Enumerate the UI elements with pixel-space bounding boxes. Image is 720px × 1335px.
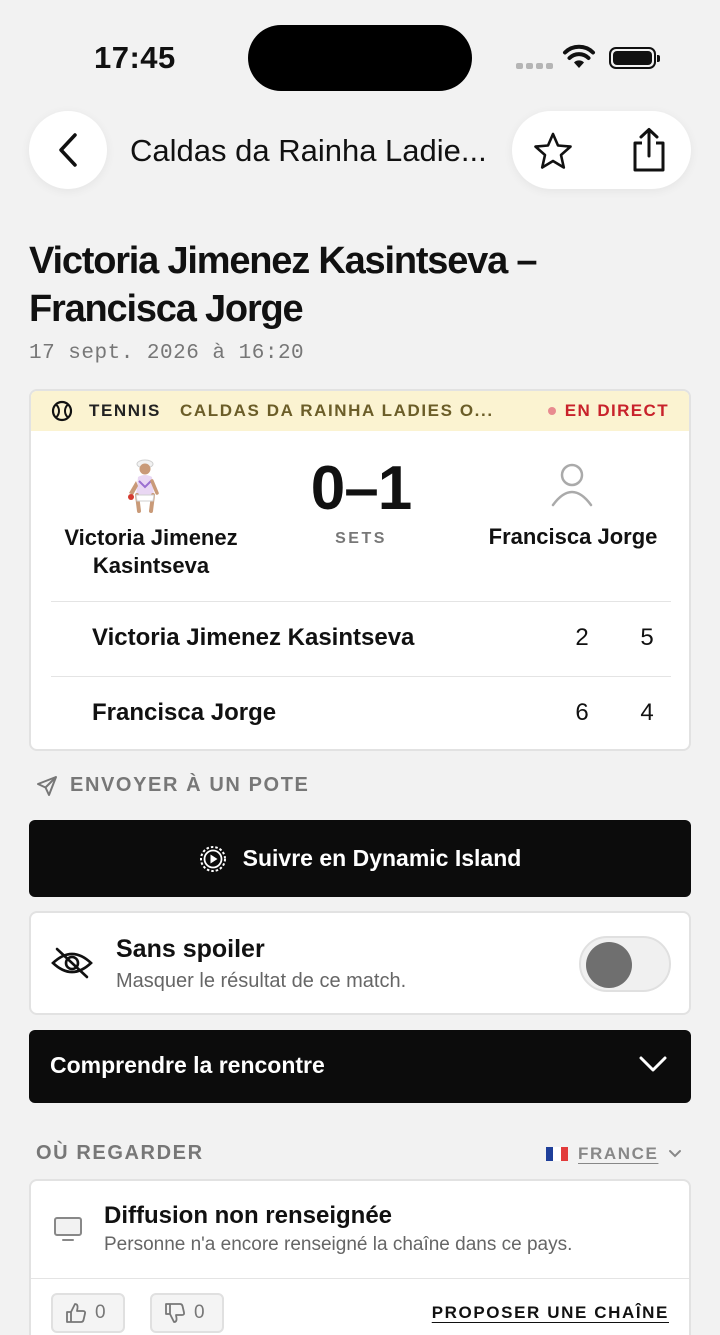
share-icon bbox=[633, 128, 665, 172]
spoiler-subtitle: Masquer le résultat de ce match. bbox=[116, 970, 407, 992]
status-time: 17:45 bbox=[94, 40, 176, 75]
follow-dynamic-island-label: Suivre en Dynamic Island bbox=[242, 845, 522, 871]
player1-avatar bbox=[128, 459, 159, 513]
set-score-2: 5 bbox=[640, 624, 654, 651]
chevron-down-icon bbox=[639, 1056, 667, 1072]
sport-label: TENNIS bbox=[89, 401, 161, 420]
play-circle-icon bbox=[199, 845, 226, 872]
thumbs-up-icon bbox=[66, 1303, 86, 1323]
set-score-1: 6 bbox=[575, 699, 589, 726]
send-to-friend-link[interactable]: ENVOYER À UN POTE bbox=[36, 774, 309, 797]
nav-title: Caldas da Rainha Ladie... bbox=[130, 133, 487, 168]
share-button[interactable] bbox=[625, 125, 673, 175]
tv-icon bbox=[54, 1217, 82, 1241]
understand-match-accordion[interactable]: Comprendre la rencontre bbox=[29, 1030, 691, 1103]
battery-icon bbox=[609, 47, 660, 69]
spoiler-title: Sans spoiler bbox=[116, 935, 265, 963]
downvote-count: 0 bbox=[194, 1302, 205, 1323]
downvote-button[interactable]: 0 bbox=[150, 1293, 224, 1333]
match-date: 17 sept. 2026 à 16:20 bbox=[29, 342, 305, 365]
match-title: Victoria Jimenez Kasintseva – Francisca … bbox=[29, 240, 538, 330]
nav-actions bbox=[512, 111, 691, 189]
paper-plane-icon bbox=[37, 775, 57, 796]
back-button[interactable] bbox=[29, 111, 107, 189]
favorite-button[interactable] bbox=[530, 129, 576, 173]
score-card[interactable]: TENNIS CALDAS DA RAINHA LADIES O... EN D… bbox=[29, 389, 691, 751]
live-dot-icon bbox=[547, 407, 556, 415]
propose-channel-link[interactable]: PROPOSER UNE CHAÎNE bbox=[432, 1303, 669, 1323]
send-to-friend-label: ENVOYER À UN POTE bbox=[70, 774, 310, 796]
follow-dynamic-island-button[interactable]: Suivre en Dynamic Island bbox=[29, 820, 691, 897]
player1-name: Victoria Jimenez Kasintseva bbox=[64, 525, 238, 578]
set-score-2: 4 bbox=[640, 699, 654, 726]
understand-match-label: Comprendre la rencontre bbox=[50, 1052, 325, 1078]
set-score-1: 2 bbox=[575, 624, 589, 651]
set-row-player: Francisca Jorge bbox=[92, 699, 277, 726]
eye-off-icon bbox=[51, 947, 93, 979]
tennis-ball-icon bbox=[51, 400, 73, 422]
broadcast-card: Diffusion non renseignée Personne n'a en… bbox=[29, 1179, 691, 1335]
upvote-count: 0 bbox=[95, 1302, 106, 1323]
cellular-signal-icon bbox=[516, 63, 553, 69]
set-score-row: Francisca Jorge 6 4 bbox=[31, 677, 689, 749]
player2-name: Francisca Jorge bbox=[488, 524, 658, 549]
wifi-icon bbox=[563, 44, 595, 68]
spoiler-toggle[interactable] bbox=[579, 936, 671, 992]
spoiler-card: Sans spoiler Masquer le résultat de ce m… bbox=[29, 911, 691, 1015]
set-score-row: Victoria Jimenez Kasintseva 2 5 bbox=[31, 602, 689, 676]
upvote-button[interactable]: 0 bbox=[51, 1293, 125, 1333]
score-unit-label: SETS bbox=[335, 530, 387, 547]
france-flag-icon bbox=[546, 1147, 568, 1161]
status-bar: 17:45 bbox=[0, 0, 720, 110]
dynamic-island bbox=[248, 25, 472, 91]
broadcast-title: Diffusion non renseignée bbox=[104, 1202, 393, 1229]
chevron-left-icon bbox=[59, 133, 77, 167]
live-label: EN DIRECT bbox=[564, 401, 669, 420]
divider bbox=[31, 1278, 689, 1279]
player2-avatar-icon bbox=[551, 463, 593, 507]
set-row-player: Victoria Jimenez Kasintseva bbox=[92, 624, 415, 651]
score-card-header: TENNIS CALDAS DA RAINHA LADIES O... EN D… bbox=[31, 391, 689, 431]
where-to-watch-heading: OÙ REGARDER bbox=[36, 1142, 204, 1164]
broadcast-subtitle: Personne n'a encore renseigné la chaîne … bbox=[104, 1234, 573, 1255]
tournament-label: CALDAS DA RAINHA LADIES O... bbox=[180, 401, 494, 420]
country-selector[interactable]: FRANCE bbox=[546, 1144, 682, 1164]
thumbs-down-icon bbox=[165, 1303, 185, 1323]
chevron-down-icon bbox=[669, 1150, 682, 1158]
toggle-knob bbox=[586, 942, 632, 988]
score-main: 0–1 bbox=[310, 454, 412, 523]
live-badge: EN DIRECT bbox=[547, 401, 669, 421]
star-icon bbox=[534, 132, 572, 169]
country-label: FRANCE bbox=[578, 1144, 659, 1163]
